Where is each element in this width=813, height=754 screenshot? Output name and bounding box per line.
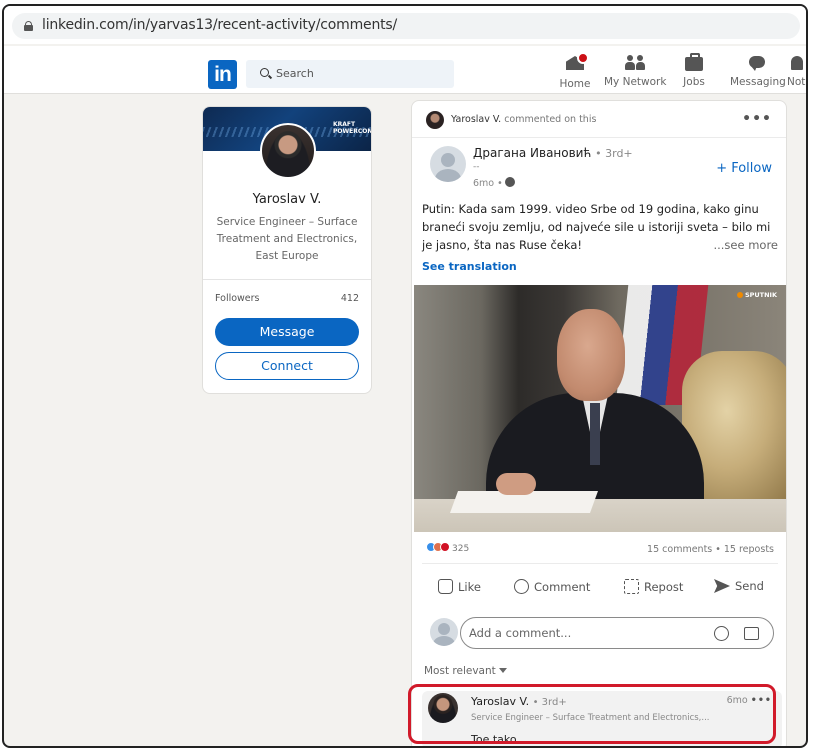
nav-item-my-network[interactable]: My Network (604, 52, 666, 92)
author-name: Драгана Ивановић (473, 146, 592, 160)
sort-label: Most relevant (424, 665, 496, 677)
caret-down-icon (498, 668, 507, 673)
nav-label-messaging: Messaging (730, 76, 786, 88)
author-subtitle: -- (473, 162, 480, 172)
horizontal-scrollbar[interactable] (4, 746, 806, 748)
repost-button[interactable]: Repost (624, 579, 683, 594)
divider (203, 279, 371, 280)
profile-name[interactable]: Yaroslav V. (203, 192, 371, 207)
post-image[interactable]: SPUTNIK (414, 285, 786, 532)
love-reaction-icon (440, 542, 450, 552)
connect-button[interactable]: Connect (215, 352, 359, 380)
messaging-icon (746, 54, 768, 72)
repost-label: Repost (644, 580, 684, 594)
author-avatar[interactable] (430, 146, 466, 182)
followers-label: Followers (215, 293, 260, 304)
followers-count: 412 (340, 293, 359, 304)
browser-window: linkedin.com/in/yarvas13/recent-activity… (2, 4, 808, 748)
message-button[interactable]: Message (215, 318, 359, 346)
profile-title: Service Engineer – Surface Treatment and… (216, 216, 358, 262)
nav-item-jobs[interactable]: Jobs (679, 52, 709, 92)
comment-highlight-box (408, 684, 776, 744)
reaction-summary[interactable]: 325 (426, 542, 469, 554)
nav-item-home[interactable]: Home (557, 52, 593, 92)
search-box[interactable]: Search (246, 60, 454, 88)
search-icon (260, 68, 269, 77)
profile-card: KRAFT POWERCON Yaroslav V. Service Engin… (202, 106, 372, 394)
post-menu-icon[interactable]: ••• (742, 111, 772, 127)
nav-item-notifications[interactable]: Notifi (787, 52, 806, 92)
nav-label-notifications: Notifi (787, 76, 806, 88)
post-actions: Like Comment Repost Send (412, 573, 786, 601)
comment-label: Comment (534, 580, 591, 594)
notification-badge (577, 52, 589, 64)
linkedin-logo-icon[interactable]: in (208, 60, 237, 89)
feed-post: Yaroslav V. commented on this ••• Драган… (411, 100, 787, 746)
see-more-link[interactable]: ...see more (713, 236, 778, 254)
cover-brand-logo: KRAFT POWERCON (333, 121, 372, 135)
image-watermark: SPUTNIK (737, 291, 777, 299)
add-comment-input[interactable]: Add a comment... (460, 617, 774, 649)
lock-icon (24, 21, 33, 31)
activity-header: Yaroslav V. commented on this (451, 114, 596, 125)
activity-text: commented on this (504, 114, 597, 125)
person-illustration (557, 309, 625, 401)
send-label: Send (735, 579, 764, 593)
like-button[interactable]: Like (438, 579, 481, 594)
comment-placeholder: Add a comment... (469, 626, 572, 640)
send-icon (714, 579, 730, 593)
address-bar: linkedin.com/in/yarvas13/recent-activity… (4, 6, 806, 44)
nav-label-jobs: Jobs (683, 76, 705, 88)
activity-actor[interactable]: Yaroslav V. (451, 114, 501, 125)
nav-label-home: Home (559, 78, 591, 90)
author-degree: • 3rd+ (595, 147, 633, 160)
profile-avatar[interactable] (260, 123, 316, 179)
current-user-avatar (430, 618, 458, 646)
repost-icon (624, 579, 639, 594)
comment-sort-dropdown[interactable]: Most relevant (424, 665, 507, 677)
comment-repost-stats[interactable]: 15 comments • 15 reposts (647, 544, 774, 555)
see-translation-link[interactable]: See translation (422, 260, 517, 273)
comment-icon (514, 579, 529, 594)
globe-icon (504, 177, 515, 187)
divider (422, 563, 778, 564)
home-icon (564, 52, 589, 74)
linkedin-nav: in Search Home My Network Jobs Messaging (4, 46, 806, 94)
like-label: Like (458, 580, 481, 594)
reaction-count: 325 (452, 544, 470, 554)
activity-avatar[interactable] (426, 111, 444, 129)
like-icon (438, 579, 453, 594)
jobs-icon (683, 53, 705, 72)
notifications-icon (787, 54, 806, 72)
follow-button[interactable]: + Follow (716, 161, 772, 176)
url-field[interactable]: linkedin.com/in/yarvas13/recent-activity… (12, 13, 800, 39)
emoji-icon[interactable] (714, 626, 729, 641)
post-time: 6mo • (473, 177, 515, 189)
network-icon (624, 54, 646, 72)
post-time-text: 6mo • (473, 178, 503, 189)
url-text: linkedin.com/in/yarvas13/recent-activity… (42, 17, 398, 33)
post-text: Putin: Kada sam 1999. video Srbe od 19 g… (422, 200, 778, 254)
divider (412, 137, 786, 138)
nav-item-messaging[interactable]: Messaging (730, 52, 786, 92)
send-button[interactable]: Send (714, 579, 764, 593)
author-name-line[interactable]: Драгана Ивановић • 3rd+ (473, 146, 633, 160)
comment-button[interactable]: Comment (514, 579, 590, 594)
nav-label-my-network: My Network (604, 76, 667, 88)
search-placeholder: Search (276, 67, 314, 80)
image-icon[interactable] (744, 627, 759, 640)
